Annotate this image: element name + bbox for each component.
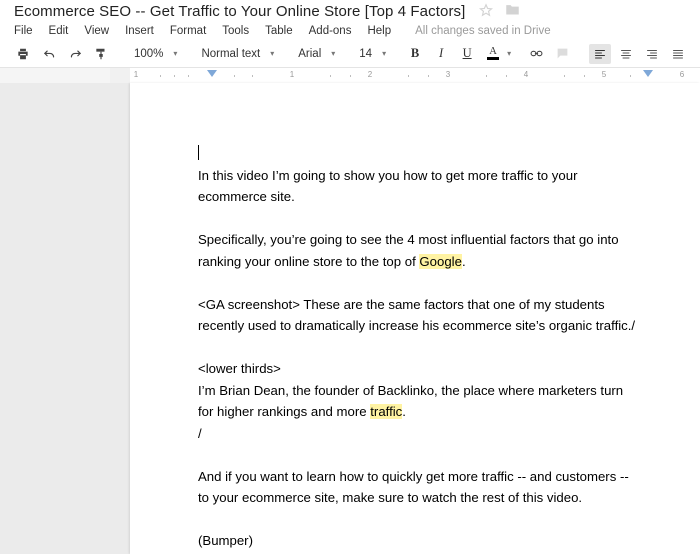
menu-item-tools[interactable]: Tools	[222, 25, 249, 37]
folder-icon[interactable]	[505, 3, 520, 21]
ruler-number: 4	[524, 70, 528, 79]
font-family-value: Arial	[294, 48, 325, 60]
right-indent-marker[interactable]	[643, 70, 653, 77]
menu-item-addons[interactable]: Add-ons	[309, 25, 352, 37]
paragraph-text: for higher rankings and more	[198, 404, 370, 419]
menu-item-file[interactable]: File	[14, 25, 33, 37]
document-page[interactable]: In this video I’m going to show you how …	[130, 83, 700, 554]
star-icon[interactable]	[479, 3, 493, 22]
document-canvas: In this video I’m going to show you how …	[0, 83, 700, 554]
paragraph-brian-line1[interactable]: I’m Brian Dean, the founder of Backlinko…	[198, 380, 660, 402]
paragraph-style-value: Normal text	[197, 48, 264, 60]
comment-button[interactable]	[551, 44, 573, 64]
font-size-value: 14	[355, 48, 376, 60]
paragraph-text: ranking your online store to the top of	[198, 254, 419, 269]
document-body[interactable]: In this video I’m going to show you how …	[130, 83, 700, 554]
chevron-down-icon: ▾	[270, 50, 274, 58]
paragraph-blank	[198, 337, 660, 359]
toolbar-group-formatting: B I U A ▾	[402, 40, 511, 67]
align-left-button[interactable]	[589, 44, 611, 64]
menu-item-insert[interactable]: Insert	[125, 25, 154, 37]
align-center-button[interactable]	[615, 44, 637, 64]
toolbar-group-file	[10, 40, 114, 67]
ruler[interactable]: 1 1 2 3 4 5 6	[130, 68, 700, 84]
chevron-down-icon: ▾	[173, 50, 177, 58]
paragraph-blank	[198, 509, 660, 531]
paragraph-text-tail: .	[462, 254, 466, 269]
menu-item-format[interactable]: Format	[170, 25, 206, 37]
paragraph-blank	[198, 444, 660, 466]
paragraph-cursor[interactable]	[198, 143, 660, 165]
underline-label: U	[463, 46, 472, 61]
text-color-label: A	[489, 47, 497, 56]
font-family-selector[interactable]: Arial ▾	[290, 44, 339, 64]
document-title[interactable]: Ecommerce SEO -- Get Traffic to Your Onl…	[14, 3, 465, 20]
paragraph-text-tail: .	[402, 404, 406, 419]
ruler-number: 5	[602, 70, 606, 79]
paragraph-cta-line1[interactable]: And if you want to learn how to quickly …	[198, 466, 660, 488]
paragraph-ga-line1[interactable]: <GA screenshot> These are the same facto…	[198, 294, 660, 316]
paragraph-lower-thirds[interactable]: <lower thirds>	[198, 358, 660, 380]
save-status: All changes saved in Drive	[415, 25, 551, 37]
bold-label: B	[411, 46, 419, 61]
toolbar-group-insert	[523, 40, 575, 67]
paragraph-ga-line2[interactable]: recently used to dramatically increase h…	[198, 315, 660, 337]
redo-button[interactable]	[64, 44, 86, 64]
text-color-button[interactable]: A	[482, 44, 504, 64]
toolbar-group-alignment	[587, 40, 691, 67]
ruler-number: 2	[368, 70, 372, 79]
ruler-number: 3	[446, 70, 450, 79]
paragraph-intro-line2[interactable]: ecommerce site.	[198, 186, 660, 208]
chevron-down-icon[interactable]: ▾	[507, 50, 511, 58]
text-color-icon: A	[485, 47, 501, 60]
menu-bar: File Edit View Insert Format Tools Table…	[0, 22, 700, 40]
underline-button[interactable]: U	[456, 44, 478, 64]
chevron-down-icon: ▾	[331, 50, 335, 58]
paragraph-slash[interactable]: /	[198, 423, 660, 445]
paragraph-cta-line2[interactable]: to your ecommerce site, make sure to wat…	[198, 487, 660, 509]
print-button[interactable]	[12, 44, 34, 64]
paragraph-blank	[198, 208, 660, 230]
google-docs-window: Ecommerce SEO -- Get Traffic to Your Onl…	[0, 0, 700, 554]
undo-button[interactable]	[38, 44, 60, 64]
menu-item-help[interactable]: Help	[367, 25, 391, 37]
paragraph-specifically-line1[interactable]: Specifically, you’re going to see the 4 …	[198, 229, 660, 251]
paragraph-style-selector[interactable]: Normal text ▾	[193, 44, 278, 64]
link-button[interactable]	[525, 44, 547, 64]
zoom-selector[interactable]: 100% ▾	[126, 44, 181, 64]
text-cursor	[198, 145, 199, 160]
paragraph-specifically-line2[interactable]: ranking your online store to the top of …	[198, 251, 660, 273]
left-indent-marker[interactable]	[207, 70, 217, 77]
align-justify-button[interactable]	[667, 44, 689, 64]
title-bar: Ecommerce SEO -- Get Traffic to Your Onl…	[0, 0, 700, 22]
menu-item-table[interactable]: Table	[265, 25, 293, 37]
paragraph-brian-line2[interactable]: for higher rankings and more traffic.	[198, 401, 660, 423]
paragraph-blank	[198, 272, 660, 294]
paragraph-intro-line1[interactable]: In this video I’m going to show you how …	[198, 165, 660, 187]
zoom-value: 100%	[130, 48, 167, 60]
menu-item-view[interactable]: View	[84, 25, 109, 37]
ruler-number: 1	[134, 70, 138, 79]
paint-format-button[interactable]	[90, 44, 112, 64]
text-color-swatch	[487, 57, 499, 60]
chevron-down-icon: ▾	[382, 50, 386, 58]
bold-button[interactable]: B	[404, 44, 426, 64]
align-right-button[interactable]	[641, 44, 663, 64]
highlighted-text-traffic: traffic	[370, 404, 402, 419]
highlighted-text-google: Google	[419, 254, 462, 269]
font-size-selector[interactable]: 14 ▾	[351, 44, 390, 64]
ruler-number: 1	[290, 70, 294, 79]
paragraph-bumper[interactable]: (Bumper)	[198, 530, 660, 552]
ruler-number: 6	[680, 70, 684, 79]
toolbar: 100% ▾ Normal text ▾ Arial ▾ 14 ▾ B I	[0, 40, 700, 68]
italic-label: I	[439, 46, 443, 61]
title-bar-icons	[479, 1, 520, 22]
ruler-margin-left	[110, 68, 130, 84]
italic-button[interactable]: I	[430, 44, 452, 64]
menu-item-edit[interactable]: Edit	[49, 25, 69, 37]
